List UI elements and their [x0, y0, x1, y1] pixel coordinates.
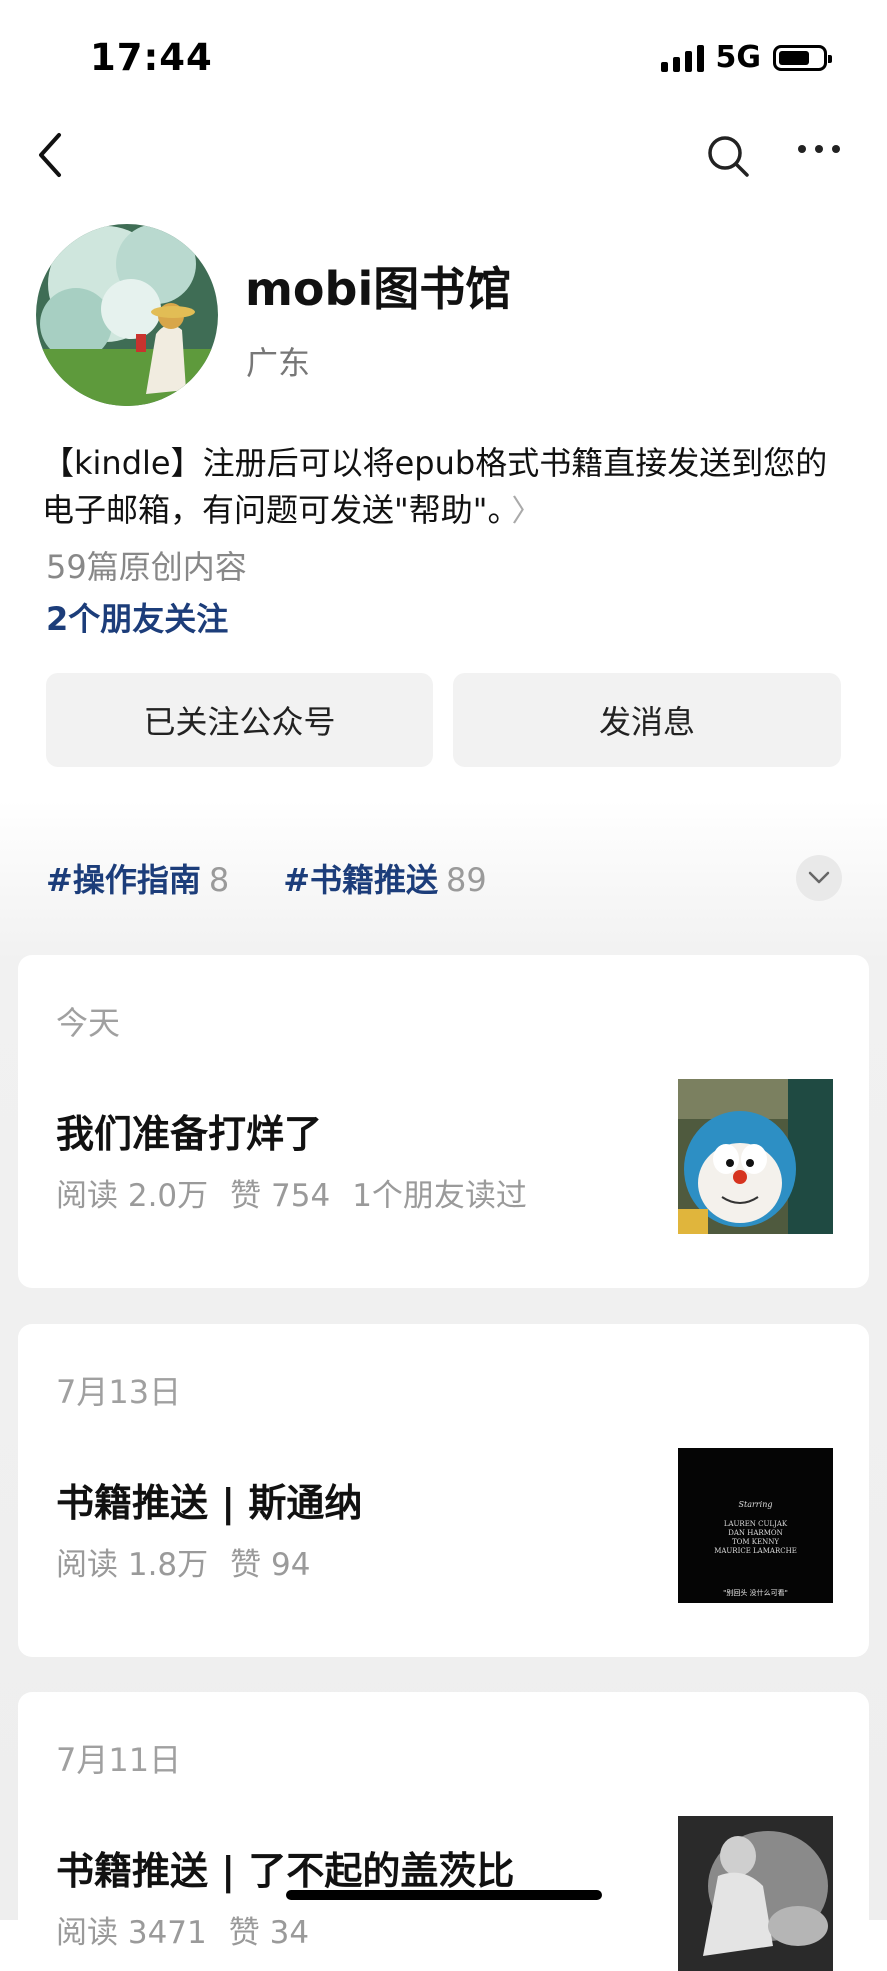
followed-button[interactable]: 已关注公众号 — [46, 673, 433, 767]
bio-text: 【kindle】注册后可以将epub格式书籍直接发送到您的电子邮箱，有问题可发送… — [42, 444, 828, 529]
chevron-left-icon[interactable] — [30, 130, 70, 180]
thumbnail-credits: LAUREN CULJAK DAN HARMON TOM KENNY MAURI… — [714, 1520, 797, 1555]
article-thumbnail: Starring LAUREN CULJAK DAN HARMON TOM KE… — [678, 1448, 833, 1603]
tag-book-push[interactable]: #书籍推送 89 — [283, 855, 487, 901]
chevron-right-icon: 〉 — [511, 494, 542, 529]
article-reads: 阅读 3471 — [56, 1915, 207, 1951]
article-meta: 阅读 2.0万 赞 754 1个朋友读过 — [56, 1170, 527, 1215]
article-card[interactable]: 7月11日 书籍推送 | 了不起的盖茨比 阅读 3471 赞 34 — [18, 1692, 869, 1971]
account-avatar[interactable] — [36, 224, 218, 406]
original-content-count: 59篇原创内容 — [46, 548, 247, 586]
search-icon[interactable] — [706, 134, 750, 178]
more-dots-icon[interactable] — [798, 145, 840, 153]
article-title: 书籍推送 | 了不起的盖茨比 — [56, 1849, 515, 1893]
article-card[interactable]: 7月13日 书籍推送 | 斯通纳 阅读 1.8万 赞 94 Starring L… — [18, 1324, 869, 1657]
article-reads: 阅读 1.8万 — [56, 1547, 209, 1583]
account-location: 广东 — [246, 344, 311, 382]
article-thumbnail — [678, 1816, 833, 1971]
tag-guide[interactable]: #操作指南 8 — [46, 855, 229, 901]
article-title: 我们准备打烊了 — [56, 1112, 323, 1156]
status-indicators: 5G — [660, 40, 832, 75]
article-likes: 赞 94 — [230, 1547, 311, 1583]
thumbnail-starring: Starring — [738, 1500, 773, 1509]
article-likes: 赞 754 — [230, 1178, 331, 1214]
article-card[interactable]: 今天 我们准备打烊了 阅读 2.0万 赞 754 1个朋友读过 — [18, 955, 869, 1288]
article-date: 今天 — [56, 1004, 121, 1042]
status-time: 17:44 — [90, 36, 213, 79]
article-date: 7月13日 — [56, 1373, 182, 1411]
article-meta: 阅读 1.8万 赞 94 — [56, 1539, 310, 1584]
chevron-down-icon[interactable] — [796, 855, 842, 901]
account-bio[interactable]: 【kindle】注册后可以将epub格式书籍直接发送到您的电子邮箱，有问题可发送… — [42, 440, 842, 535]
article-friends-read: 1个朋友读过 — [352, 1178, 527, 1214]
article-meta: 阅读 3471 赞 34 — [56, 1907, 309, 1952]
article-likes: 赞 34 — [228, 1915, 310, 1951]
home-indicator[interactable] — [286, 1890, 602, 1900]
network-type: 5G — [715, 40, 762, 75]
article-reads: 阅读 2.0万 — [56, 1178, 209, 1214]
thumbnail-caption: "别回头 没什么可看" — [723, 1589, 788, 1597]
topic-tags: #操作指南 8 #书籍推送 89 — [46, 855, 487, 901]
article-thumbnail — [678, 1079, 833, 1234]
account-name: mobi图书馆 — [245, 262, 512, 316]
signal-icon — [660, 44, 704, 72]
article-title: 书籍推送 | 斯通纳 — [56, 1481, 363, 1525]
article-date: 7月11日 — [56, 1741, 182, 1779]
battery-icon — [773, 44, 832, 71]
friends-follow-link[interactable]: 2个朋友关注 — [46, 594, 228, 640]
send-message-button[interactable]: 发消息 — [453, 673, 841, 767]
